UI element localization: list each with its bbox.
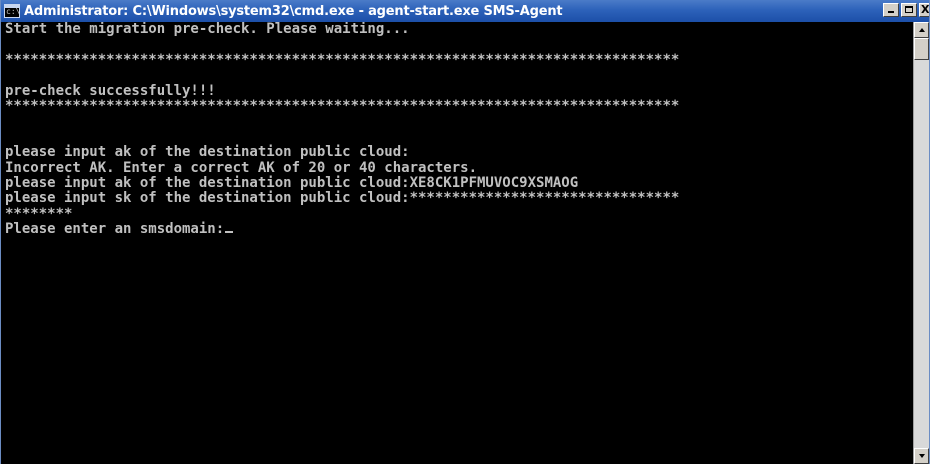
cmd-window: c:\ Administrator: C:\Windows\system32\c… xyxy=(0,0,930,464)
console-line: please input ak of the destination publi… xyxy=(5,144,410,161)
prompt-line[interactable]: Please enter an smsdomain: xyxy=(5,221,915,238)
minimize-icon[interactable] xyxy=(883,3,899,17)
console-output[interactable]: Start the migration pre-check. Please wa… xyxy=(5,22,915,464)
console-line: ****************************************… xyxy=(5,97,680,114)
window-title: Administrator: C:\Windows\system32\cmd.e… xyxy=(24,3,563,19)
console-line: ****************************************… xyxy=(5,51,680,68)
window-controls: X xyxy=(883,3,929,17)
console-line: Start the migration pre-check. Please wa… xyxy=(5,22,410,37)
console-line: please input ak of the destination publi… xyxy=(5,174,579,191)
scroll-up-icon[interactable] xyxy=(914,22,929,38)
cmd-icon[interactable]: c:\ xyxy=(4,4,20,18)
scroll-thumb[interactable] xyxy=(914,38,929,60)
cmd-icon-text: c:\ xyxy=(6,7,20,16)
prompt-text: Please enter an smsdomain: xyxy=(5,221,225,238)
close-icon[interactable]: X xyxy=(919,3,929,17)
console-line: please input sk of the destination publi… xyxy=(5,190,680,207)
console-line: Incorrect AK. Enter a correct AK of 20 o… xyxy=(5,159,478,176)
scroll-down-icon[interactable] xyxy=(914,448,929,464)
console-line: pre-check successfully!!! xyxy=(5,82,216,99)
vertical-scrollbar[interactable] xyxy=(913,22,929,464)
text-cursor xyxy=(225,231,234,234)
title-bar[interactable]: c:\ Administrator: C:\Windows\system32\c… xyxy=(1,0,929,22)
maximize-icon[interactable] xyxy=(901,3,917,17)
console-line: ******** xyxy=(5,205,73,222)
